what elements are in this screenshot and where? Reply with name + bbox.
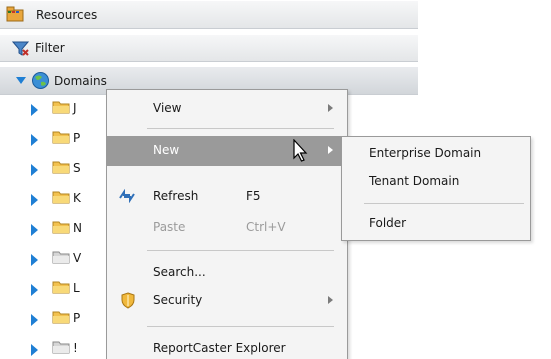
menu-item-reportcaster-explorer[interactable]: ReportCaster Explorer [107,334,347,359]
folder-icon [52,311,70,324]
tree-child-node[interactable]: L [0,275,120,305]
tree-child-label: V [73,251,82,265]
filter-icon [12,41,30,56]
tree-child-label: J [73,101,77,115]
tree-child-node[interactable]: ! [0,335,120,359]
tree-child-node[interactable]: S [0,155,120,185]
submenu-item-folder[interactable]: Folder [342,211,530,237]
menu-item-security-label: Security [153,293,203,307]
submenu-item-tenant-domain[interactable]: Tenant Domain [342,169,530,195]
expand-right-icon[interactable] [31,134,38,146]
menu-item-new[interactable]: New [107,136,347,166]
tree-child-label: P [73,131,81,145]
menu-item-view[interactable]: View [107,94,347,124]
expand-down-icon[interactable] [16,77,27,85]
menu-item-paste[interactable]: Paste Ctrl+V [107,213,347,243]
tree-child-node[interactable]: P [0,125,120,155]
menu-item-new-label: New [153,143,180,157]
folder-icon [52,131,70,144]
submenu-arrow-icon [328,104,333,112]
folder-icon [52,101,70,114]
domain-globe-icon [32,72,49,89]
menu-item-search[interactable]: Search... [107,258,347,288]
folder-icon [52,281,70,294]
new-submenu: Enterprise Domain Tenant Domain Folder [341,136,531,241]
expand-right-icon[interactable] [31,344,38,356]
menu-item-reportcaster-label: ReportCaster Explorer [153,341,286,355]
submenu-arrow-icon [328,146,333,154]
tree-child-label: K [73,191,81,205]
folder-icon [52,221,70,234]
tree-child-node[interactable]: J [0,95,120,125]
expand-right-icon[interactable] [31,254,38,266]
resources-label: Resources [36,7,98,22]
resources-icon [6,6,24,22]
expand-right-icon[interactable] [31,104,38,116]
tree-child-node[interactable]: P [0,305,120,335]
tree-child-label: S [73,161,81,175]
tree-child-node[interactable]: V [0,245,120,275]
menu-item-view-label: View [153,101,182,115]
menu-item-refresh[interactable]: Refresh F5 [107,182,347,212]
menu-item-search-label: Search... [153,265,206,279]
folder-icon [52,341,70,354]
menu-item-security[interactable]: Security [107,286,347,316]
expand-right-icon[interactable] [31,284,38,296]
context-menu: View New Refresh F5 Paste Ctrl+V Search.… [106,89,348,359]
refresh-shortcut: F5 [246,189,261,203]
paste-shortcut: Ctrl+V [246,220,286,234]
refresh-icon [119,189,135,203]
expand-right-icon[interactable] [31,314,38,326]
expand-right-icon[interactable] [31,224,38,236]
menu-item-paste-label: Paste [153,220,186,234]
folder-icon [52,161,70,174]
domains-label: Domains [54,73,107,88]
tree-child-node[interactable]: K [0,185,120,215]
shield-icon [121,292,135,309]
folder-label: Folder [369,216,407,230]
menu-separator [147,326,334,327]
expand-right-icon[interactable] [31,194,38,206]
workspace: Resources Filter Domains J P S K N V L P! View [0,0,551,359]
folder-icon [52,191,70,204]
tree-child-label: P [73,311,81,325]
resources-node[interactable]: Resources [0,0,418,29]
expand-right-icon[interactable] [31,164,38,176]
enterprise-domain-label: Enterprise Domain [369,146,482,160]
menu-separator [147,128,334,129]
tree-child-label: N [73,221,82,235]
tree-child-label: ! [73,341,78,355]
filter-node[interactable]: Filter [0,34,418,62]
mouse-cursor-icon [293,139,308,162]
folder-icon [52,251,70,264]
tree-child-node[interactable]: N [0,215,120,245]
submenu-arrow-icon [328,296,333,304]
tree-child-label: L [73,281,80,295]
tenant-domain-label: Tenant Domain [369,174,460,188]
menu-item-refresh-label: Refresh [153,189,199,203]
menu-separator [147,250,334,251]
submenu-separator [364,203,524,204]
filter-label: Filter [35,41,65,55]
submenu-item-enterprise-domain[interactable]: Enterprise Domain [342,141,530,167]
